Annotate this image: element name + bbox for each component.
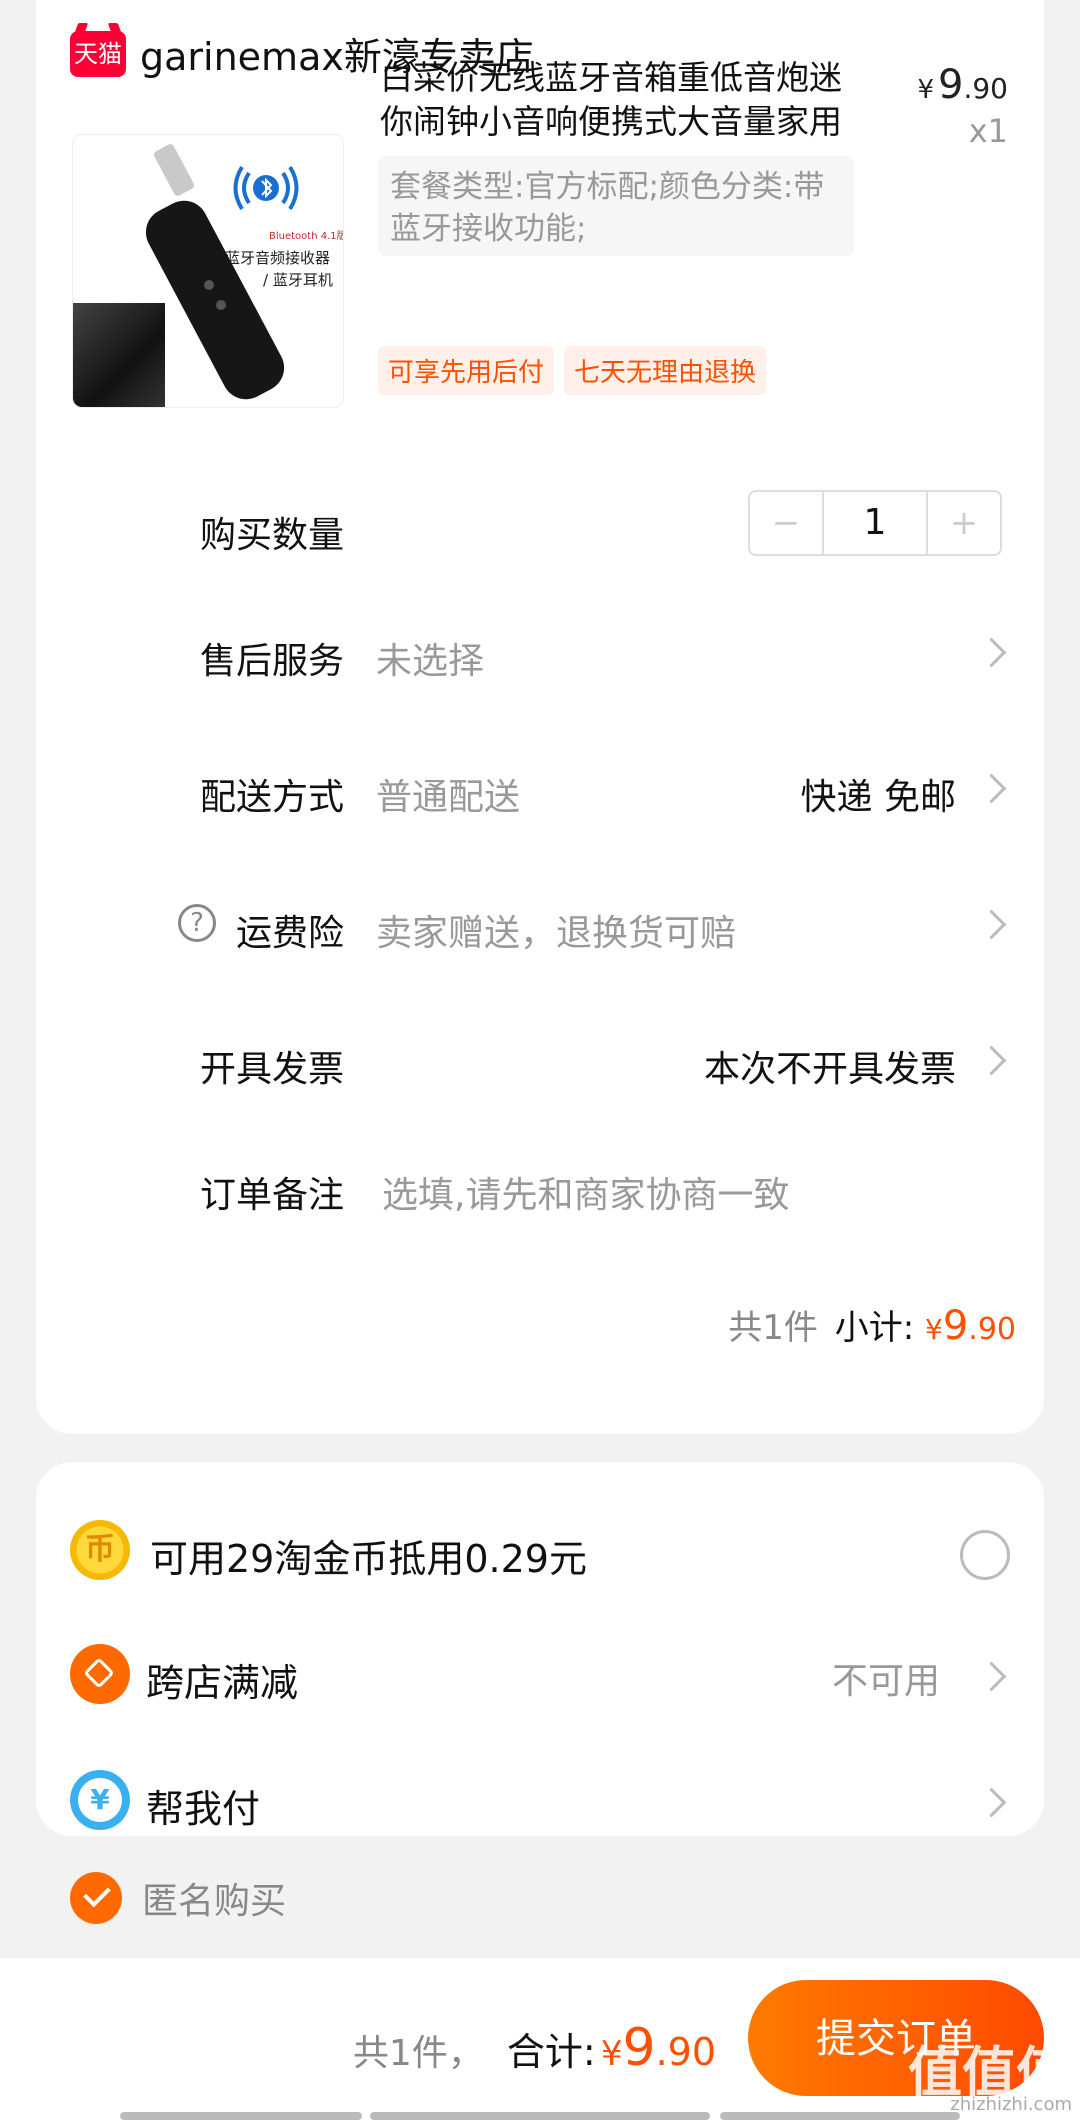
delivery-label: 配送方式 — [199, 777, 344, 818]
total-integer: 9 — [622, 2018, 656, 2078]
order-total: 共1件， 合计: ¥9.90 — [353, 2018, 716, 2078]
insurance-label: 运费险 — [235, 913, 344, 954]
quantity-label: 购买数量 — [199, 515, 344, 556]
tag-seven-day-return: 七天无理由退换 — [564, 346, 767, 395]
pay-for-me-icon: ¥ — [70, 1770, 130, 1830]
increment-button[interactable]: + — [928, 492, 1000, 554]
discount-card: 币 可用29淘金币抵用0.29元 跨店满减 不可用 ¥ 帮我付 — [36, 1462, 1044, 1836]
delivery-row[interactable]: 配送方式 普通配送 快递 免邮 — [36, 762, 1044, 822]
coin-icon: 币 — [70, 1520, 130, 1580]
anonymous-label: 匿名购买 — [142, 1881, 287, 1922]
invoice-row[interactable]: 开具发票 本次不开具发票 — [36, 1034, 1044, 1094]
subtotal-count: 共1件 — [728, 1308, 818, 1348]
product-title[interactable]: 白菜价无线蓝牙音箱重低音炮迷你闹钟小音响便携式大音量家用 — [380, 56, 860, 144]
product-price: ¥9.90 — [917, 62, 1008, 108]
subtotal-decimal: .90 — [968, 1312, 1016, 1347]
home-indicator — [370, 2112, 710, 2120]
tag-pay-later: 可享先用后付 — [378, 346, 555, 395]
subtotal-amount: ¥9.90 — [925, 1303, 1016, 1349]
coin-deduction-label: 可用29淘金币抵用0.29元 — [150, 1537, 587, 1581]
chevron-right-icon — [976, 1787, 1007, 1818]
service-tags: 可享先用后付 七天无理由退换 — [378, 346, 767, 395]
pay-for-me-label: 帮我付 — [146, 1787, 261, 1831]
after-sale-row[interactable]: 售后服务 未选择 — [36, 626, 1044, 686]
invoice-label: 开具发票 — [199, 1049, 344, 1090]
price-currency: ¥ — [917, 75, 935, 105]
order-note-row: 订单备注 选填,请先和商家协商一致 — [36, 1160, 1044, 1220]
chevron-right-icon — [976, 637, 1007, 668]
chevron-right-icon — [976, 1045, 1007, 1076]
cross-shop-value: 不可用 — [831, 1661, 940, 1702]
help-icon[interactable]: ? — [178, 904, 216, 942]
cross-shop-discount-row[interactable]: 跨店满减 不可用 — [36, 1640, 1044, 1710]
price-decimal: .90 — [963, 72, 1008, 105]
total-count: 共1件， — [352, 2033, 484, 2074]
checkout-bar: 共1件， 合计: ¥9.90 提交订单 值值值 zhizhizhi.com — [0, 1958, 1080, 2121]
product-thumbnail[interactable]: Bluetooth 4.1版本 蓝牙音频接收器 / 蓝牙耳机 — [72, 134, 344, 408]
insurance-value: 卖家赠送，退换货可赔 — [376, 913, 737, 954]
subtotal: 共1件 小计: ¥9.90 — [728, 1300, 1016, 1349]
subtotal-integer: 9 — [942, 1303, 969, 1349]
coin-deduction-row[interactable]: 币 可用29淘金币抵用0.29元 — [36, 1516, 1044, 1586]
note-input[interactable]: 选填,请先和商家协商一致 — [382, 1166, 789, 1218]
subtotal-currency: ¥ — [925, 1313, 943, 1346]
price-integer: 9 — [938, 62, 964, 108]
quantity-input[interactable]: 1 — [822, 492, 928, 554]
note-label: 订单备注 — [199, 1175, 344, 1216]
total-decimal: .90 — [655, 2030, 716, 2074]
coin-deduction-radio[interactable] — [960, 1530, 1010, 1580]
delivery-value: 普通配送 — [376, 777, 521, 818]
tmall-logo-icon: 天猫 — [70, 30, 126, 77]
after-sale-label: 售后服务 — [199, 641, 344, 682]
shipping-insurance-row[interactable]: ? 运费险 卖家赠送，退换货可赔 — [36, 898, 1044, 958]
home-indicator — [720, 2112, 960, 2120]
chevron-right-icon — [976, 773, 1007, 804]
watermark-url: zhizhizhi.com — [950, 2094, 1072, 2115]
checkmark-icon[interactable] — [70, 1872, 122, 1924]
delivery-fee: 快递 免邮 — [800, 777, 956, 818]
product-quantity: x1 — [968, 112, 1008, 150]
anonymous-purchase[interactable]: 匿名购买 — [70, 1872, 286, 1924]
car-dashboard-image — [73, 303, 165, 407]
discount-tag-icon — [70, 1644, 130, 1704]
total-currency: ¥ — [600, 2034, 623, 2074]
quantity-stepper[interactable]: − 1 + — [748, 490, 1002, 556]
product-sku[interactable]: 套餐类型:官方标配;颜色分类:带蓝牙接收功能; — [378, 156, 854, 256]
decrement-button[interactable]: − — [750, 492, 822, 554]
subtotal-label: 小计: — [834, 1308, 915, 1348]
order-card: 天猫 garinemax新濠专卖店 Bluetooth 4.1版本 蓝牙音频接收… — [36, 0, 1044, 1434]
after-sale-value: 未选择 — [376, 641, 485, 682]
total-label: 合计: — [506, 2030, 596, 2074]
chevron-right-icon — [976, 909, 1007, 940]
home-indicator — [120, 2112, 362, 2120]
invoice-value: 本次不开具发票 — [703, 1049, 956, 1090]
pay-for-me-row[interactable]: ¥ 帮我付 — [36, 1766, 1044, 1836]
chevron-right-icon — [976, 1661, 1007, 1692]
cross-shop-label: 跨店满减 — [146, 1661, 299, 1705]
